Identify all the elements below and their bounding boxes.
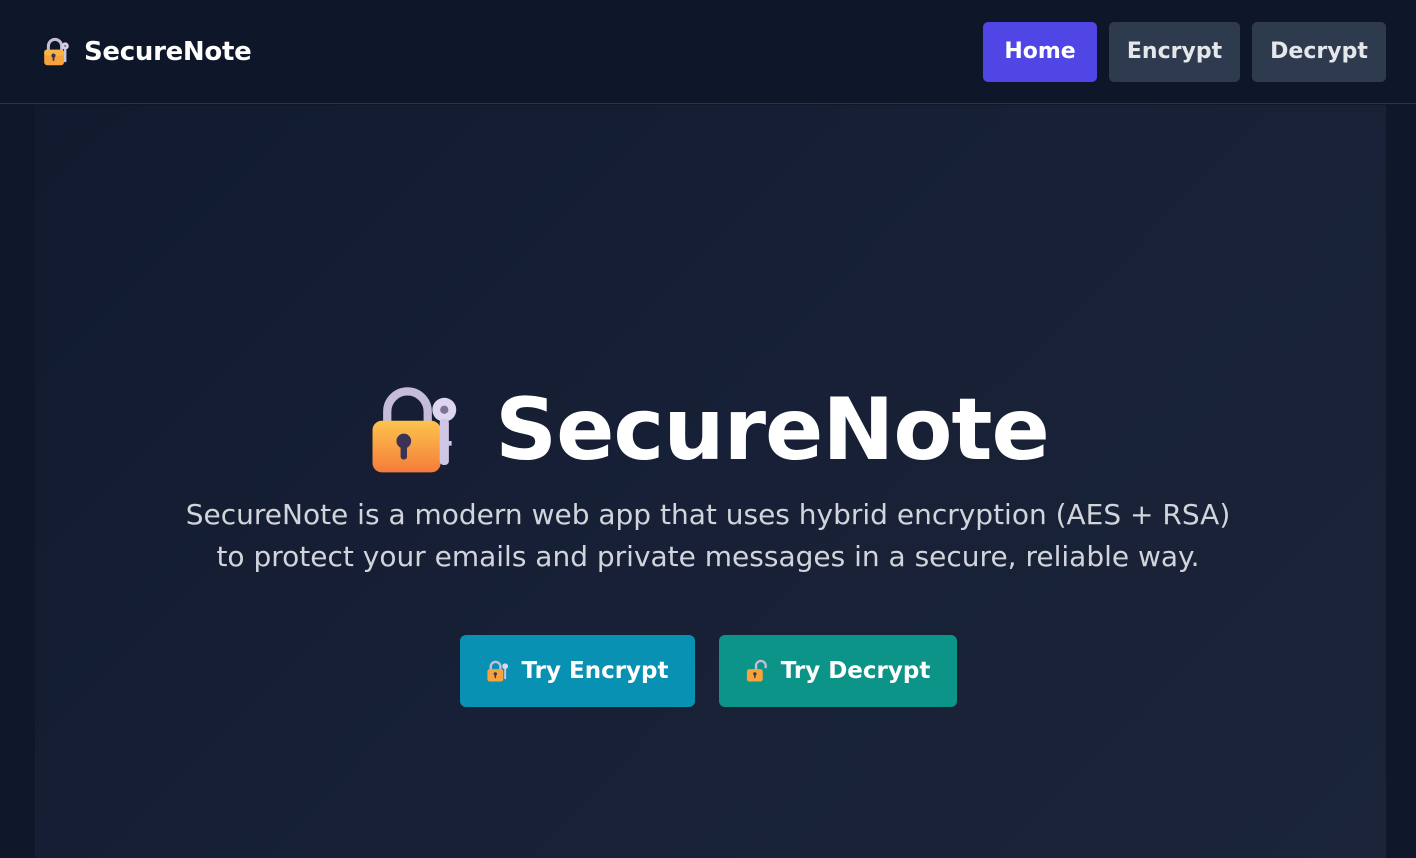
nav-decrypt-button[interactable]: Decrypt (1252, 21, 1386, 82)
hero-title: SecureNote (495, 380, 1050, 480)
hero-description: SecureNote is a modern web app that uses… (0, 494, 1416, 578)
try-encrypt-button[interactable]: Try Encrypt (459, 635, 695, 707)
nav-home-button[interactable]: Home (983, 21, 1097, 82)
brand[interactable]: SecureNote (40, 36, 252, 67)
hero-heading: SecureNote (0, 380, 1416, 480)
hero-description-line-1: SecureNote is a modern web app that uses… (185, 498, 1231, 531)
top-navbar: SecureNote Home Encrypt Decrypt (0, 0, 1416, 104)
nav-encrypt-button[interactable]: Encrypt (1109, 21, 1240, 82)
brand-name: SecureNote (84, 36, 252, 67)
cta-row: Try Encrypt Try Decrypt (0, 635, 1416, 707)
nav-links: Home Encrypt Decrypt (983, 21, 1386, 82)
try-encrypt-label: Try Encrypt (521, 658, 669, 684)
lock-with-key-icon (367, 384, 459, 476)
try-decrypt-label: Try Decrypt (780, 658, 931, 684)
hero-card (35, 105, 1386, 858)
lock-with-key-icon (40, 37, 70, 67)
hero-description-line-2: to protect your emails and private messa… (216, 540, 1200, 573)
lock-with-key-icon (485, 659, 509, 683)
unlocked-padlock-icon (745, 659, 769, 683)
try-decrypt-button[interactable]: Try Decrypt (718, 635, 957, 707)
